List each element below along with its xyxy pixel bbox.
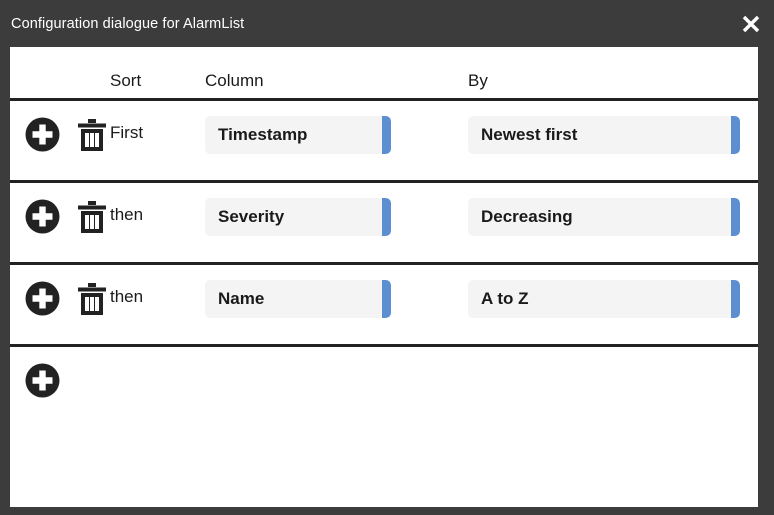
- sort-order-label: First: [110, 123, 144, 142]
- trash-icon[interactable]: [76, 282, 108, 317]
- sort-order-label: then: [110, 287, 144, 306]
- plus-circle-icon[interactable]: [24, 198, 61, 235]
- dropdown-accent-bar: [731, 116, 740, 154]
- dialog-title: Configuration dialogue for AlarmList: [11, 15, 245, 32]
- column-dropdown[interactable]: Severity: [205, 198, 391, 236]
- dropdown-accent-bar: [731, 198, 740, 236]
- by-dropdown[interactable]: Newest first: [468, 116, 740, 154]
- column-dropdown[interactable]: Timestamp: [205, 116, 391, 154]
- trash-icon[interactable]: [76, 200, 108, 235]
- by-dropdown[interactable]: A to Z: [468, 280, 740, 318]
- plus-circle-icon[interactable]: [24, 362, 61, 399]
- plus-circle-icon[interactable]: [24, 116, 61, 153]
- dropdown-accent-bar: [382, 116, 391, 154]
- column-dropdown-value: Severity: [218, 207, 285, 226]
- plus-circle-icon[interactable]: [24, 280, 61, 317]
- dialog-titlebar: Configuration dialogue for AlarmList: [0, 0, 774, 47]
- by-dropdown-value: Decreasing: [481, 207, 573, 226]
- by-dropdown-value: Newest first: [481, 125, 578, 144]
- by-dropdown-value: A to Z: [481, 289, 529, 308]
- dropdown-accent-bar: [731, 280, 740, 318]
- table-row: then Severity Decreasing: [10, 183, 758, 265]
- table-row: First Timestamp Newest first: [10, 101, 758, 183]
- header-by: By: [468, 71, 488, 90]
- by-dropdown[interactable]: Decreasing: [468, 198, 740, 236]
- header-sort: Sort: [110, 71, 142, 90]
- configuration-dialog: Configuration dialogue for AlarmList Sor…: [0, 0, 774, 515]
- column-dropdown-value: Timestamp: [218, 125, 308, 144]
- header-column: Column: [205, 71, 264, 90]
- close-icon[interactable]: [728, 0, 774, 47]
- trash-icon[interactable]: [76, 118, 108, 153]
- table-row: then Name A to Z: [10, 265, 758, 347]
- dialog-body: Sort Column By First Timestamp Newest fi…: [0, 47, 774, 515]
- dropdown-accent-bar: [382, 280, 391, 318]
- add-criterion-row: [10, 347, 758, 427]
- sort-criteria-panel: Sort Column By First Timestamp Newest fi…: [10, 47, 758, 507]
- column-dropdown[interactable]: Name: [205, 280, 391, 318]
- dropdown-accent-bar: [382, 198, 391, 236]
- sort-order-label: then: [110, 205, 144, 224]
- column-dropdown-value: Name: [218, 289, 265, 308]
- table-header-row: Sort Column By: [10, 47, 758, 101]
